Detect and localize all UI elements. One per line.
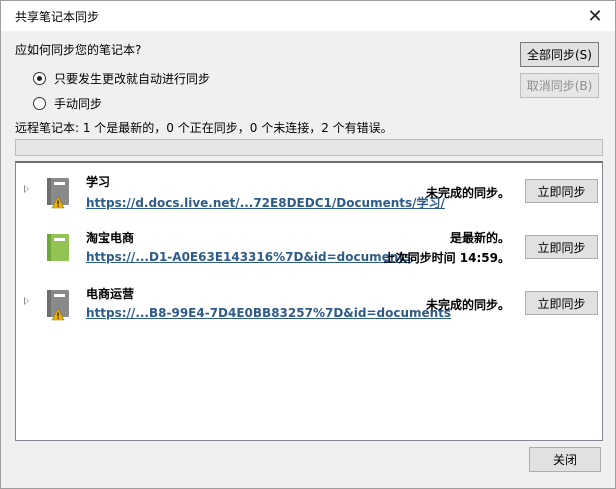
sync-now-button[interactable]: 立即同步	[525, 235, 598, 259]
radio-auto-indicator[interactable]	[33, 72, 46, 85]
sync-now-button[interactable]: 立即同步	[525, 179, 598, 203]
notebook-link[interactable]: https://d.docs.live.net/...72E8DEDC1/Doc…	[86, 194, 445, 211]
notebook-icon	[47, 234, 69, 261]
radio-auto-label: 只要发生更改就自动进行同步	[54, 72, 211, 86]
close-icon[interactable]: ✕	[583, 5, 607, 27]
notebook-list: 学习 https://d.docs.live.net/...72E8DEDC1/…	[15, 161, 603, 441]
expand-arrow-icon[interactable]	[24, 297, 29, 305]
notebook-name: 淘宝电商	[86, 231, 135, 245]
notebook-status: 未完成的同步。	[425, 298, 510, 312]
notebook-link[interactable]: https://...D1-A0E63E143316%7D&id=documen…	[86, 250, 411, 264]
title-bar: 共享笔记本同步 ✕	[1, 1, 615, 31]
sync-question: 应如何同步您的笔记本?	[15, 43, 142, 57]
notebook-warning-icon	[47, 290, 69, 321]
notebook-name: 学习	[86, 175, 111, 189]
sync-dialog: 共享笔记本同步 ✕ 应如何同步您的笔记本? 全部同步(S) 取消同步(B) 只要…	[0, 0, 616, 489]
notebook-status: 未完成的同步。	[425, 186, 510, 200]
radio-manual-label: 手动同步	[54, 97, 103, 111]
radio-manual-sync[interactable]: 手动同步	[33, 95, 102, 112]
close-button[interactable]: 关闭	[529, 447, 601, 472]
notebook-last-sync: 上次同步时间 14:59。	[383, 251, 510, 265]
notebook-row: 学习 https://d.docs.live.net/...72E8DEDC1/…	[16, 165, 602, 215]
notebook-name: 电商运营	[86, 287, 135, 301]
sync-now-button[interactable]: 立即同步	[525, 291, 598, 315]
cancel-sync-button[interactable]: 取消同步(B)	[520, 73, 599, 98]
radio-manual-indicator[interactable]	[33, 97, 46, 110]
notebook-link[interactable]: https://...B8-99E4-7D4E0BB83257%7D&id=do…	[86, 306, 451, 320]
notebook-row: 电商运营 https://...B8-99E4-7D4E0BB83257%7D&…	[16, 277, 602, 327]
sync-summary: 远程笔记本: 1 个是最新的，0 个正在同步，0 个未连接，2 个有错误。	[15, 121, 393, 135]
sync-progress-bar	[15, 139, 603, 156]
sync-all-button[interactable]: 全部同步(S)	[520, 42, 599, 67]
notebook-status: 是最新的。	[449, 231, 510, 245]
radio-auto-sync[interactable]: 只要发生更改就自动进行同步	[33, 70, 210, 87]
notebook-warning-icon	[47, 178, 69, 209]
notebook-row: 淘宝电商 https://...D1-A0E63E143316%7D&id=do…	[16, 221, 602, 271]
expand-arrow-icon[interactable]	[24, 185, 29, 193]
dialog-title: 共享笔记本同步	[15, 10, 100, 24]
